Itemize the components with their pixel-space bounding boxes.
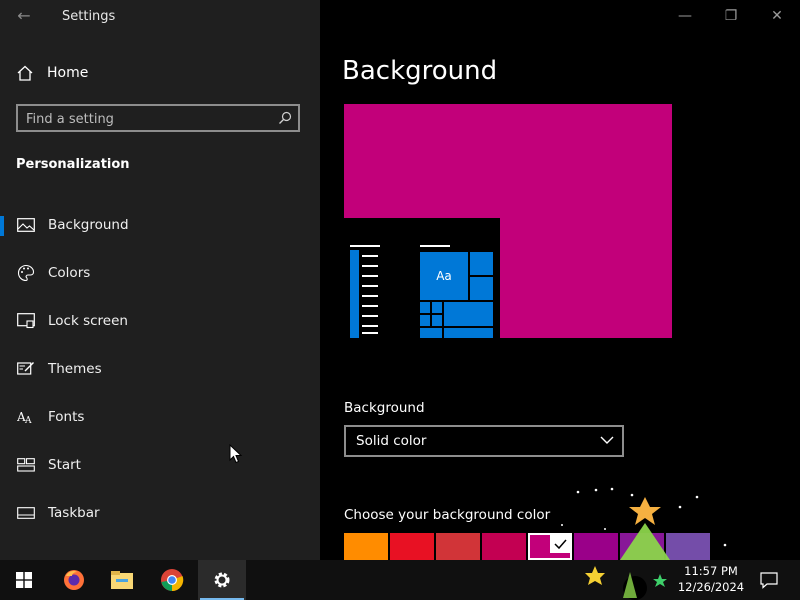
app-title: Settings <box>62 9 116 24</box>
windows-start-icon <box>16 572 32 588</box>
color-swatch[interactable] <box>436 533 480 560</box>
chrome-icon <box>161 569 184 592</box>
search-input[interactable] <box>26 110 266 128</box>
color-swatch[interactable] <box>344 533 388 560</box>
clock-time: 11:57 PM <box>684 564 738 578</box>
tree-ornaments-decoration-icon <box>585 566 667 600</box>
fonts-icon: AA <box>17 408 35 426</box>
background-preview: Aa <box>344 104 672 338</box>
page-title: Background <box>342 56 498 86</box>
sidebar-item-label: Start <box>48 457 81 473</box>
search-box[interactable] <box>16 104 300 132</box>
sidebar-item-colors[interactable]: Colors <box>0 251 320 295</box>
section-title: Personalization <box>16 157 130 172</box>
lock-screen-icon <box>17 312 35 330</box>
themes-icon <box>17 360 35 378</box>
title-bar: ← Settings <box>0 0 320 32</box>
color-swatch[interactable] <box>482 533 526 560</box>
choose-color-label: Choose your background color <box>344 507 551 523</box>
sidebar-item-lock-screen[interactable]: Lock screen <box>0 299 320 343</box>
sidebar-item-taskbar[interactable]: Taskbar <box>0 491 320 535</box>
sidebar-item-fonts[interactable]: AA Fonts <box>0 395 320 439</box>
chrome-button[interactable] <box>148 560 196 600</box>
settings-taskbar-button[interactable] <box>198 560 246 600</box>
mouse-cursor-icon <box>229 444 243 464</box>
minimize-icon[interactable]: — <box>675 8 695 24</box>
home-link[interactable]: Home <box>16 60 304 86</box>
search-icon[interactable] <box>278 111 292 125</box>
main-panel: — ❐ ✕ Background Aa Background Solid col… <box>320 0 800 560</box>
preview-list-blocks <box>350 250 359 338</box>
sidebar: ← Settings Home Personalization Backgrou… <box>0 0 320 560</box>
restore-icon[interactable]: ❐ <box>721 8 741 24</box>
sidebar-item-label: Colors <box>48 265 91 281</box>
preview-tile: Aa <box>420 252 468 300</box>
file-explorer-button[interactable] <box>98 560 146 600</box>
dropdown-value: Solid color <box>356 433 427 449</box>
taskbar-icon <box>17 504 35 522</box>
preview-tile-text: Aa <box>436 269 452 283</box>
firefox-button[interactable] <box>50 560 98 600</box>
chevron-down-icon <box>600 436 614 444</box>
picture-icon <box>17 216 35 234</box>
home-label: Home <box>47 65 89 81</box>
close-icon[interactable]: ✕ <box>767 8 787 24</box>
sidebar-item-label: Fonts <box>48 409 85 425</box>
sidebar-item-themes[interactable]: Themes <box>0 347 320 391</box>
firefox-icon <box>64 570 84 590</box>
taskbar: 11:57 PM 12/26/2024 <box>0 560 800 600</box>
notification-icon[interactable] <box>760 571 778 589</box>
sidebar-item-background[interactable]: Background <box>0 203 320 247</box>
sidebar-item-label: Background <box>48 217 129 233</box>
home-icon <box>17 65 33 81</box>
background-type-dropdown[interactable]: Solid color <box>344 425 624 457</box>
sidebar-item-label: Taskbar <box>48 505 100 521</box>
sidebar-item-start[interactable]: Start <box>0 443 320 487</box>
windows-start-button[interactable] <box>0 560 48 600</box>
clock-date: 12/26/2024 <box>677 580 745 594</box>
back-arrow-icon[interactable]: ← <box>12 6 36 26</box>
background-label: Background <box>344 400 425 416</box>
christmas-tree-decoration-icon <box>561 487 727 560</box>
svg-text:A: A <box>24 416 32 425</box>
color-swatch[interactable] <box>390 533 434 560</box>
sidebar-item-label: Lock screen <box>48 313 128 329</box>
settings-gear-icon <box>214 572 230 588</box>
start-icon <box>17 456 35 474</box>
sidebar-item-label: Themes <box>48 361 102 377</box>
file-explorer-icon <box>111 571 133 589</box>
system-clock[interactable]: 11:57 PM 12/26/2024 <box>676 563 746 595</box>
palette-icon <box>17 264 35 282</box>
